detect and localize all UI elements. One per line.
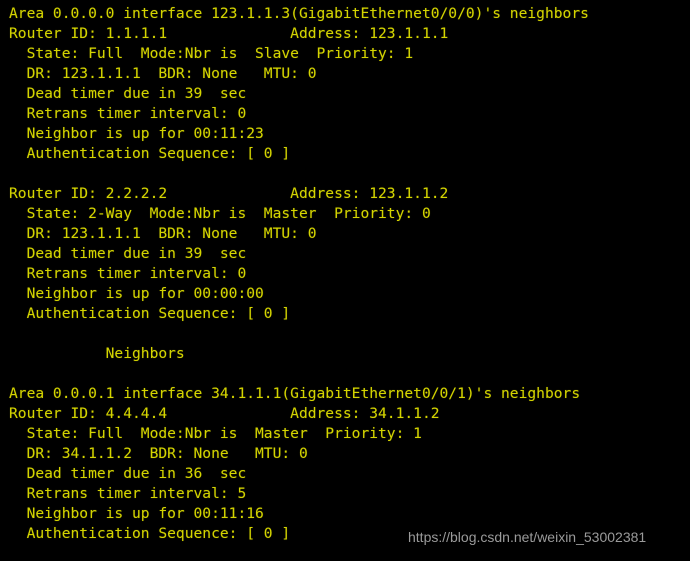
console-line: Dead timer due in 39 sec (9, 245, 247, 262)
watermark-url: https://blog.csdn.net/weixin_53002381 (408, 529, 647, 545)
console-line: Router ID: 4.4.4.4 Address: 34.1.1.2 (9, 405, 440, 422)
console-line: Neighbor is up for 00:00:00 (9, 285, 264, 302)
console-line: Neighbors (9, 345, 185, 362)
console-line: Area 0.0.0.0 interface 123.1.1.3(Gigabit… (9, 5, 589, 22)
console-output[interactable]: Area 0.0.0.0 interface 123.1.1.3(Gigabit… (9, 4, 690, 544)
console-line: Neighbor is up for 00:11:23 (9, 125, 264, 142)
console-line: Authentication Sequence: [ 0 ] (9, 305, 291, 322)
console-line: State: 2-Way Mode:Nbr is Master Priority… (9, 205, 431, 222)
console-line: Area 0.0.0.1 interface 34.1.1.1(GigabitE… (9, 385, 581, 402)
console-line: Dead timer due in 39 sec (9, 85, 247, 102)
console-line: Authentication Sequence: [ 0 ] (9, 145, 291, 162)
console-line: DR: 123.1.1.1 BDR: None MTU: 0 (9, 65, 317, 82)
console-line: Retrans timer interval: 0 (9, 105, 247, 122)
console-line: Retrans timer interval: 5 (9, 485, 247, 502)
console-line: DR: 123.1.1.1 BDR: None MTU: 0 (9, 225, 317, 242)
console-line: State: Full Mode:Nbr is Master Priority:… (9, 425, 422, 442)
terminal-window[interactable]: Area 0.0.0.0 interface 123.1.1.3(Gigabit… (0, 0, 690, 561)
console-line: Router ID: 1.1.1.1 Address: 123.1.1.1 (9, 25, 449, 42)
console-line: State: Full Mode:Nbr is Slave Priority: … (9, 45, 414, 62)
console-line: Neighbor is up for 00:11:16 (9, 505, 264, 522)
console-line: Dead timer due in 36 sec (9, 465, 247, 482)
console-line: DR: 34.1.1.2 BDR: None MTU: 0 (9, 445, 308, 462)
console-line: Router ID: 2.2.2.2 Address: 123.1.1.2 (9, 185, 449, 202)
console-line: Retrans timer interval: 0 (9, 265, 247, 282)
